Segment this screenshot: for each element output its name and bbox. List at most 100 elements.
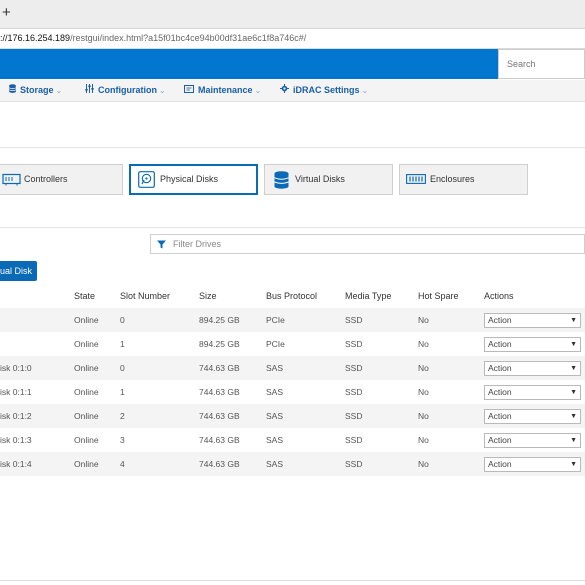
column-header-hot-spare[interactable]: Hot Spare (418, 290, 459, 302)
physical-disk-icon (138, 171, 155, 190)
cell-state: Online (74, 387, 99, 397)
card-controllers-label: Controllers (24, 174, 68, 184)
cell-size: 894.25 GB (199, 339, 240, 349)
create-virtual-disk-button[interactable]: ual Disk (0, 261, 37, 281)
cell-size: 744.63 GB (199, 411, 240, 421)
nav-storage-label: Storage (20, 85, 54, 95)
table-row[interactable]: Online 0 894.25 GB PCIe SSD No Action ▼ (0, 308, 585, 332)
action-select[interactable]: Action ▼ (484, 313, 581, 328)
nav-maintenance[interactable]: Maintenance ⌄ (184, 80, 261, 101)
chevron-down-icon: ▼ (570, 461, 577, 468)
cell-hot-spare: No (418, 339, 429, 349)
cell-slot: 1 (120, 339, 125, 349)
action-select-value: Action (488, 339, 512, 349)
new-tab-button[interactable]: + (2, 5, 11, 21)
cell-slot: 1 (120, 387, 125, 397)
filter-drives-input[interactable]: Filter Drives (150, 234, 585, 254)
table-row[interactable]: isk 0:1:4 Online 4 744.63 GB SAS SSD No … (0, 452, 585, 476)
cell-hot-spare: No (418, 315, 429, 325)
cell-name: isk 0:1:3 (0, 435, 32, 445)
action-select[interactable]: Action ▼ (484, 409, 581, 424)
cell-slot: 2 (120, 411, 125, 421)
nav-idrac-settings[interactable]: iDRAC Settings ⌄ (280, 80, 368, 101)
card-controllers[interactable]: Controllers (0, 164, 123, 195)
controller-icon (2, 173, 21, 188)
cell-state: Online (74, 315, 99, 325)
action-select[interactable]: Action ▼ (484, 361, 581, 376)
cell-bus-protocol: PCIe (266, 339, 285, 349)
cell-media-type: SSD (345, 339, 363, 349)
cell-slot: 0 (120, 315, 125, 325)
cell-bus-protocol: SAS (266, 387, 284, 397)
cell-hot-spare: No (418, 411, 429, 421)
column-header-media-type[interactable]: Media Type (345, 290, 391, 302)
nav-maintenance-label: Maintenance (198, 85, 253, 95)
chevron-down-icon: ⌄ (159, 86, 166, 95)
monitor-icon (184, 80, 194, 101)
action-select-value: Action (488, 459, 512, 469)
divider (0, 227, 585, 228)
card-virtual-disks-label: Virtual Disks (295, 174, 345, 184)
chevron-down-icon: ⌄ (361, 86, 369, 95)
chevron-down-icon: ⌄ (55, 86, 63, 95)
cell-name: isk 0:1:0 (0, 363, 32, 373)
action-select-value: Action (488, 387, 512, 397)
cell-media-type: SSD (345, 315, 363, 325)
address-bar[interactable]: ://176.16.254.189/restgui/index.html?a15… (0, 29, 585, 49)
action-select-value: Action (488, 435, 512, 445)
column-header-size[interactable]: Size (199, 290, 217, 302)
filter-placeholder: Filter Drives (173, 239, 222, 249)
header-banner (0, 49, 498, 79)
card-enclosures[interactable]: Enclosures (399, 164, 528, 195)
cell-state: Online (74, 411, 99, 421)
table-row[interactable]: isk 0:1:3 Online 3 744.63 GB SAS SSD No … (0, 428, 585, 452)
cell-size: 744.63 GB (199, 435, 240, 445)
card-virtual-disks[interactable]: Virtual Disks (264, 164, 393, 195)
nav-storage[interactable]: Storage ⌄ (9, 80, 62, 101)
table-row[interactable]: isk 0:1:2 Online 2 744.63 GB SAS SSD No … (0, 404, 585, 428)
url-path: /restgui/index.html?a15f01bc4ce94b00df31… (70, 33, 307, 43)
chevron-down-icon: ▼ (570, 365, 577, 372)
table-row[interactable]: isk 0:1:1 Online 1 744.63 GB SAS SSD No … (0, 380, 585, 404)
divider (0, 580, 585, 581)
cell-media-type: SSD (345, 459, 363, 469)
chevron-down-icon: ▼ (570, 413, 577, 420)
action-select-value: Action (488, 363, 512, 373)
cell-media-type: SSD (345, 387, 363, 397)
action-select[interactable]: Action ▼ (484, 337, 581, 352)
nav-configuration[interactable]: Configuration ⌄ (85, 80, 166, 101)
cell-slot: 0 (120, 363, 125, 373)
nav-idrac-settings-label: iDRAC Settings (293, 85, 360, 95)
column-header-slot-number[interactable]: Slot Number (120, 290, 170, 302)
browser-tab-strip: + (0, 0, 585, 29)
chevron-down-icon: ▼ (570, 389, 577, 396)
column-header-bus-protocol[interactable]: Bus Protocol (266, 290, 317, 302)
action-select[interactable]: Action ▼ (484, 385, 581, 400)
nav-configuration-label: Configuration (98, 85, 157, 95)
column-header-state[interactable]: State (74, 290, 95, 302)
cell-bus-protocol: SAS (266, 363, 284, 373)
chevron-down-icon: ▼ (570, 317, 577, 324)
card-physical-disks[interactable]: Physical Disks (129, 164, 258, 195)
column-header-actions: Actions (484, 291, 514, 301)
search-input[interactable]: Search (498, 49, 585, 79)
cell-name: isk 0:1:1 (0, 387, 32, 397)
cell-name: isk 0:1:2 (0, 411, 32, 421)
cell-bus-protocol: SAS (266, 435, 284, 445)
action-select[interactable]: Action ▼ (484, 433, 581, 448)
cell-size: 744.63 GB (199, 459, 240, 469)
filter-icon (157, 235, 166, 253)
table-row[interactable]: Online 1 894.25 GB PCIe SSD No Action ▼ (0, 332, 585, 356)
cell-size: 744.63 GB (199, 387, 240, 397)
cell-hot-spare: No (418, 363, 429, 373)
cell-bus-protocol: SAS (266, 459, 284, 469)
database-icon (9, 80, 16, 101)
virtual-disk-icon (274, 171, 289, 191)
table-row[interactable]: isk 0:1:0 Online 0 744.63 GB SAS SSD No … (0, 356, 585, 380)
action-select[interactable]: Action ▼ (484, 457, 581, 472)
cell-bus-protocol: SAS (266, 411, 284, 421)
card-enclosures-label: Enclosures (430, 174, 475, 184)
gear-icon (280, 80, 289, 101)
cell-state: Online (74, 363, 99, 373)
cell-media-type: SSD (345, 363, 363, 373)
